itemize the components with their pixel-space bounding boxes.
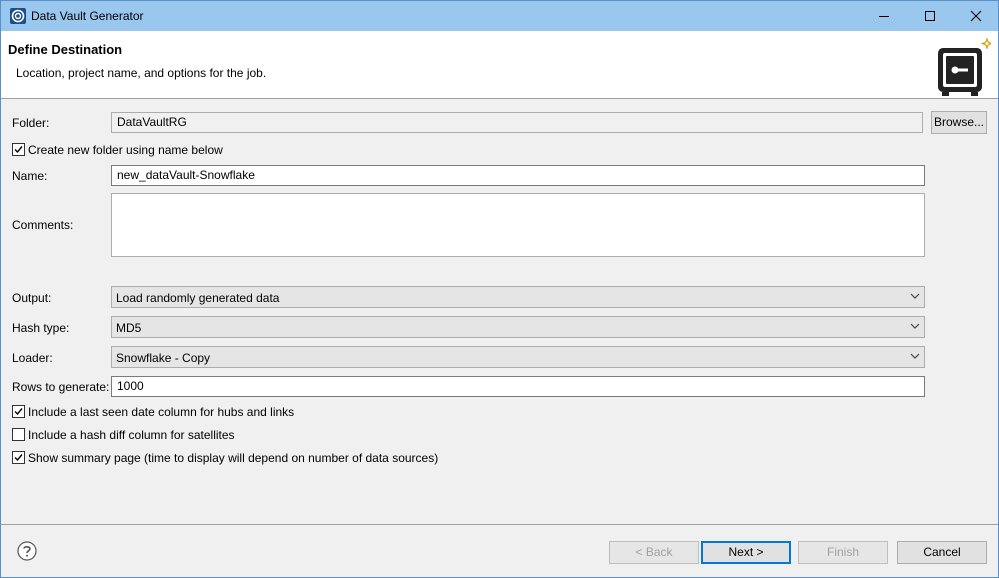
- page-description: Location, project name, and options for …: [16, 66, 267, 80]
- last-seen-label: Include a last seen date column for hubs…: [28, 405, 295, 419]
- checkmark-icon: [14, 146, 23, 154]
- hash-diff-label: Include a hash diff column for satellite…: [28, 428, 235, 442]
- window-title: Data Vault Generator: [31, 9, 144, 23]
- maximize-button[interactable]: [907, 1, 953, 31]
- create-folder-label: Create new folder using name below: [28, 143, 223, 157]
- last-seen-checkbox[interactable]: [12, 405, 25, 418]
- comments-label: Comments:: [12, 218, 74, 232]
- page-title: Define Destination: [8, 42, 123, 57]
- cancel-button[interactable]: Cancel: [897, 541, 987, 564]
- loader-value: Snowflake - Copy: [116, 351, 211, 365]
- chevron-down-icon: [910, 323, 920, 329]
- create-folder-checkbox[interactable]: [12, 143, 25, 156]
- close-button[interactable]: [953, 1, 998, 31]
- back-button[interactable]: < Back: [609, 541, 699, 564]
- rows-field[interactable]: 1000: [111, 376, 925, 397]
- loader-dropdown[interactable]: Snowflake - Copy: [111, 346, 925, 368]
- checkmark-icon: [14, 408, 23, 416]
- vault-safe-icon: [938, 37, 991, 96]
- name-field[interactable]: new_dataVault-Snowflake: [111, 165, 925, 186]
- folder-field[interactable]: DataVaultRG: [111, 112, 923, 133]
- footer-divider: [1, 524, 998, 525]
- hash-diff-checkbox[interactable]: [12, 428, 25, 441]
- output-value: Load randomly generated data: [116, 291, 280, 305]
- hash-type-dropdown[interactable]: MD5: [111, 316, 925, 338]
- folder-label: Folder:: [12, 116, 50, 130]
- summary-page-checkbox[interactable]: [12, 451, 25, 464]
- loader-label: Loader:: [12, 351, 53, 365]
- name-label: Name:: [12, 169, 48, 183]
- app-logo-icon: [10, 8, 26, 24]
- summary-page-label: Show summary page (time to display will …: [28, 451, 439, 465]
- checkmark-icon: [14, 454, 23, 462]
- output-dropdown[interactable]: Load randomly generated data: [111, 286, 925, 308]
- hash-type-value: MD5: [116, 321, 142, 335]
- title-bar: Data Vault Generator: [1, 1, 998, 31]
- output-label: Output:: [12, 291, 52, 305]
- hash-type-label: Hash type:: [12, 321, 70, 335]
- minimize-button[interactable]: [861, 1, 907, 31]
- comments-textarea[interactable]: [111, 193, 925, 257]
- browse-button[interactable]: Browse...: [931, 111, 987, 134]
- help-icon[interactable]: [17, 541, 37, 561]
- finish-button[interactable]: Finish: [798, 541, 888, 564]
- maximize-icon: [925, 11, 935, 21]
- next-button[interactable]: Next >: [701, 541, 791, 564]
- minimize-icon: [879, 16, 889, 17]
- wizard-header: Define Destination Location, project nam…: [1, 31, 998, 99]
- chevron-down-icon: [910, 293, 920, 299]
- dialog-window: Data Vault Generator Define Destination …: [0, 0, 999, 578]
- chevron-down-icon: [910, 353, 920, 359]
- rows-label: Rows to generate:: [12, 380, 110, 394]
- close-icon: [970, 10, 982, 22]
